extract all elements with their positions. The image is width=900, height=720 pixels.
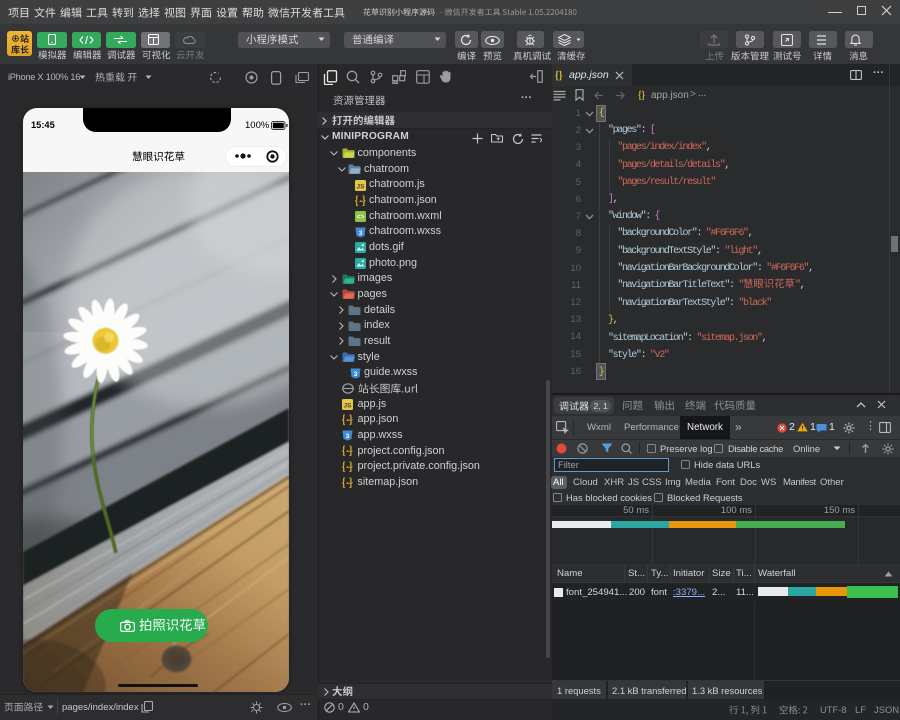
svg-text:JS: JS	[356, 183, 365, 190]
svg-text:JS: JS	[344, 402, 353, 409]
svg-text:3: 3	[353, 370, 357, 377]
svg-text:3: 3	[346, 433, 350, 440]
svg-text:3: 3	[358, 229, 362, 236]
svg-text:<>: <>	[356, 214, 364, 221]
